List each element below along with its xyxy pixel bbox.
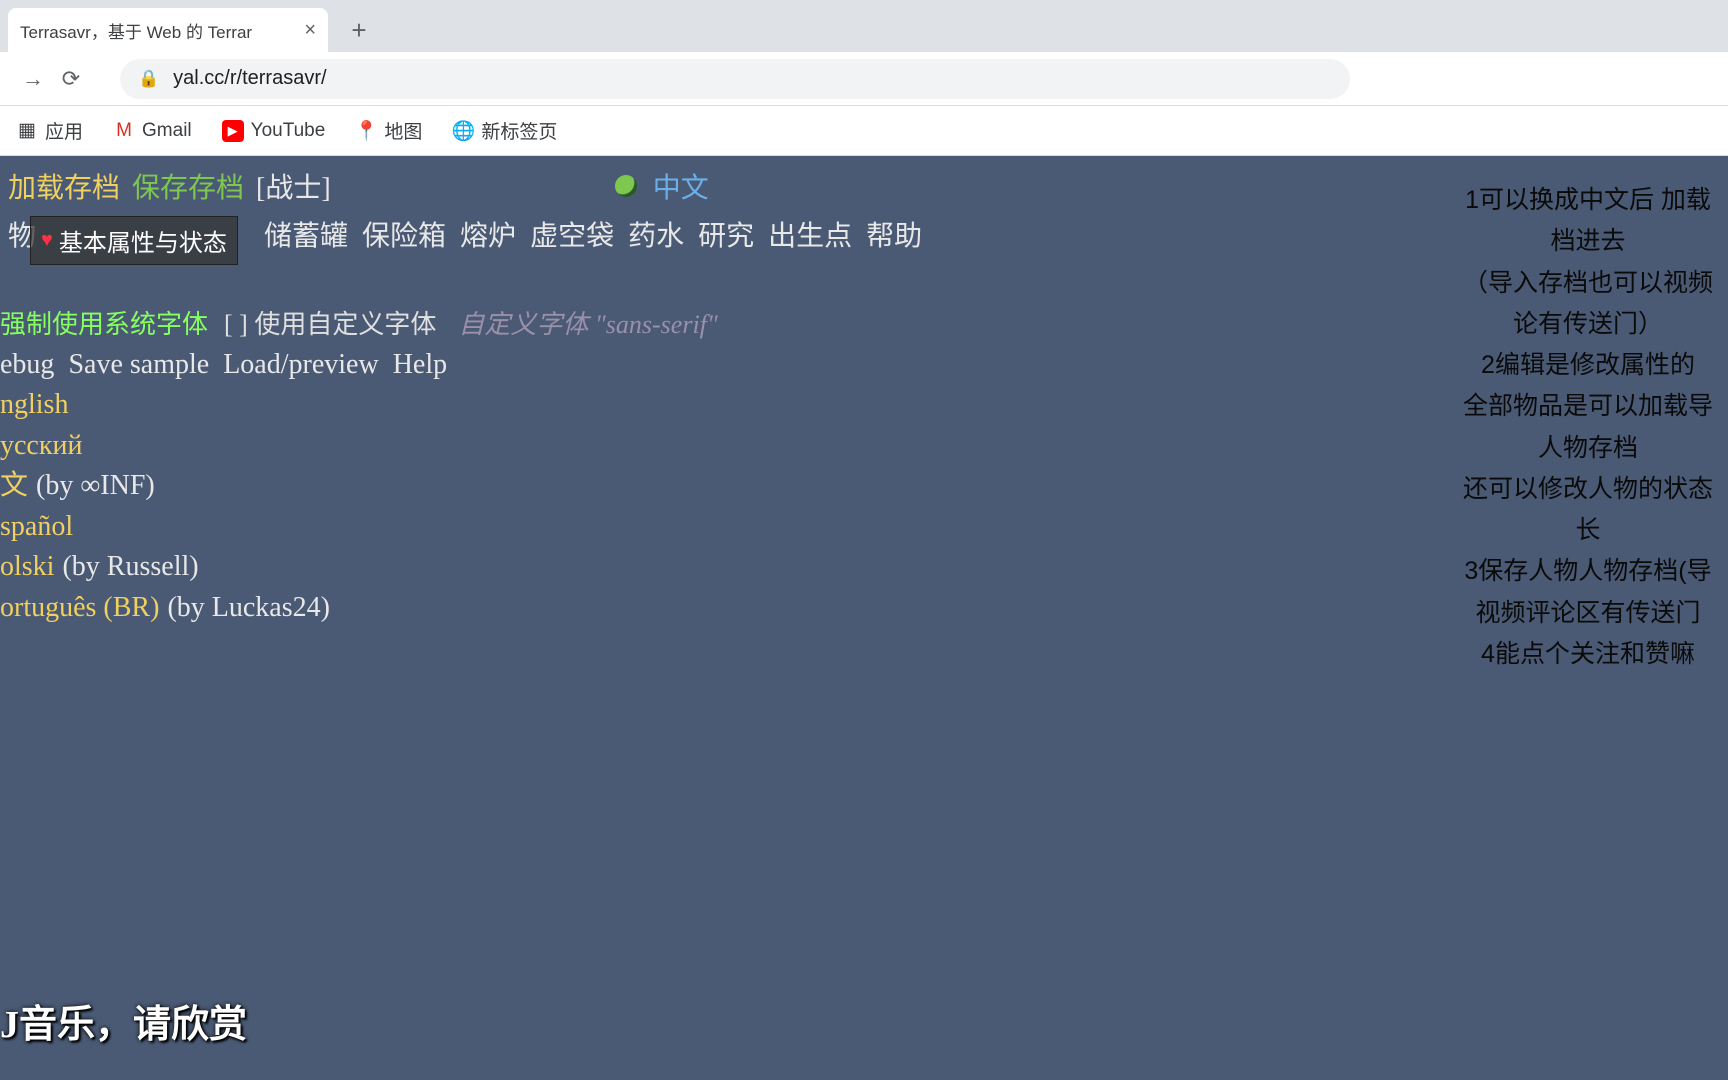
tab-research[interactable]: 研究 — [698, 214, 754, 254]
bookmark-gmail[interactable]: M Gmail — [101, 114, 204, 148]
reload-button[interactable]: ⟳ — [52, 60, 90, 98]
menu-save-sample[interactable]: Save sample — [68, 349, 209, 381]
tab-safe[interactable]: 保险箱 — [362, 214, 446, 254]
side-line: 3保存人物人物存档(导 — [1448, 551, 1728, 592]
side-line: 全部物品是可以加载导 — [1448, 386, 1728, 427]
lang-chinese[interactable]: 文 — [0, 466, 28, 507]
bookmark-maps[interactable]: 📍 地图 — [343, 111, 434, 150]
lang-by: (by Luckas24) — [167, 588, 330, 629]
side-line: 4能点个关注和赞嘛 — [1448, 634, 1728, 675]
tab-bar: Terrasavr，基于 Web 的 Terrar × + — [0, 0, 1728, 52]
save-save-link[interactable]: 保存存档 — [132, 166, 244, 206]
side-line: 还可以修改人物的状态 — [1448, 469, 1728, 510]
force-system-font[interactable]: 强制使用系统字体 — [0, 304, 208, 341]
tab-forge[interactable]: 熔炉 — [460, 214, 516, 254]
lang-russian[interactable]: усский — [0, 426, 82, 467]
tab-voidbag[interactable]: 虚空袋 — [530, 214, 614, 254]
custom-font-checkbox[interactable]: [ ] 使用自定义字体 — [224, 304, 436, 341]
bookmark-apps[interactable]: ▦ 应用 — [4, 111, 95, 150]
side-annotation: 1可以换成中文后 加载 档进去 （导入存档也可以视频 论有传送门） 2编辑是修改… — [1448, 180, 1728, 675]
address-bar: → ⟳ 🔒 yal.cc/r/terrasavr/ — [0, 52, 1728, 106]
bookmark-label: 新标签页 — [481, 117, 557, 144]
custom-font-name: 自定义字体 "sans-serif" — [458, 304, 717, 341]
url-text: yal.cc/r/terrasavr/ — [173, 67, 326, 90]
lang-by: (by ∞INF) — [36, 466, 155, 507]
url-field[interactable]: 🔒 yal.cc/r/terrasavr/ — [120, 59, 1350, 99]
browser-tab[interactable]: Terrasavr，基于 Web 的 Terrar × — [8, 8, 328, 52]
bookmark-label: Gmail — [142, 120, 192, 142]
bookmark-label: 应用 — [45, 117, 83, 144]
lang-portuguese[interactable]: ortuguês (BR) — [0, 588, 159, 629]
tab-spawn[interactable]: 出生点 — [768, 214, 852, 254]
tooltip: ♥ 基本属性与状态 — [30, 216, 238, 265]
load-save-link[interactable]: 加载存档 — [8, 166, 120, 206]
close-tab-icon[interactable]: × — [304, 19, 316, 42]
tooltip-text: 基本属性与状态 — [59, 223, 227, 258]
heart-icon: ♥ — [41, 229, 53, 252]
menu-load-preview[interactable]: Load/preview — [223, 349, 379, 381]
side-line: 长 — [1448, 510, 1728, 551]
globe-icon — [615, 175, 637, 197]
side-line: 论有传送门） — [1448, 304, 1728, 345]
lang-english[interactable]: nglish — [0, 385, 68, 426]
language-selector[interactable]: 中文 — [653, 166, 709, 206]
class-label: [战士] — [256, 166, 331, 206]
tab-potion[interactable]: 药水 — [628, 214, 684, 254]
menu-debug[interactable]: ebug — [0, 349, 54, 381]
tab-help[interactable]: 帮助 — [866, 214, 922, 254]
side-line: 档进去 — [1448, 221, 1728, 262]
maps-icon: 📍 — [355, 120, 377, 142]
subtitle-overlay: J音乐，请欣赏 — [0, 993, 247, 1048]
globe-icon: 🌐 — [452, 120, 474, 142]
side-line: 2编辑是修改属性的 — [1448, 345, 1728, 386]
side-line: 视频评论区有传送门 — [1448, 593, 1728, 634]
bookmark-label: 地图 — [384, 117, 422, 144]
lock-icon: 🔒 — [138, 69, 159, 89]
tab-piggy[interactable]: 储蓄罐 — [264, 214, 348, 254]
youtube-icon: ▶ — [222, 120, 244, 142]
bookmarks-bar: ▦ 应用 M Gmail ▶ YouTube 📍 地图 🌐 新标签页 — [0, 106, 1728, 156]
lang-polish[interactable]: olski — [0, 547, 54, 588]
side-line: （导入存档也可以视频 — [1448, 263, 1728, 304]
menu-help[interactable]: Help — [393, 349, 447, 381]
tab-title: Terrasavr，基于 Web 的 Terrar — [20, 18, 252, 43]
forward-button[interactable]: → — [14, 60, 52, 98]
bookmark-label: YouTube — [251, 120, 326, 142]
new-tab-button[interactable]: + — [342, 13, 376, 47]
lang-spanish[interactable]: spañol — [0, 507, 73, 548]
apps-icon: ▦ — [16, 120, 38, 142]
bookmark-youtube[interactable]: ▶ YouTube — [210, 114, 338, 148]
lang-by: (by Russell) — [62, 547, 198, 588]
side-line: 人物存档 — [1448, 428, 1728, 469]
side-line: 1可以换成中文后 加载 — [1448, 180, 1728, 221]
gmail-icon: M — [113, 120, 135, 142]
bookmark-newtab[interactable]: 🌐 新标签页 — [440, 111, 569, 150]
